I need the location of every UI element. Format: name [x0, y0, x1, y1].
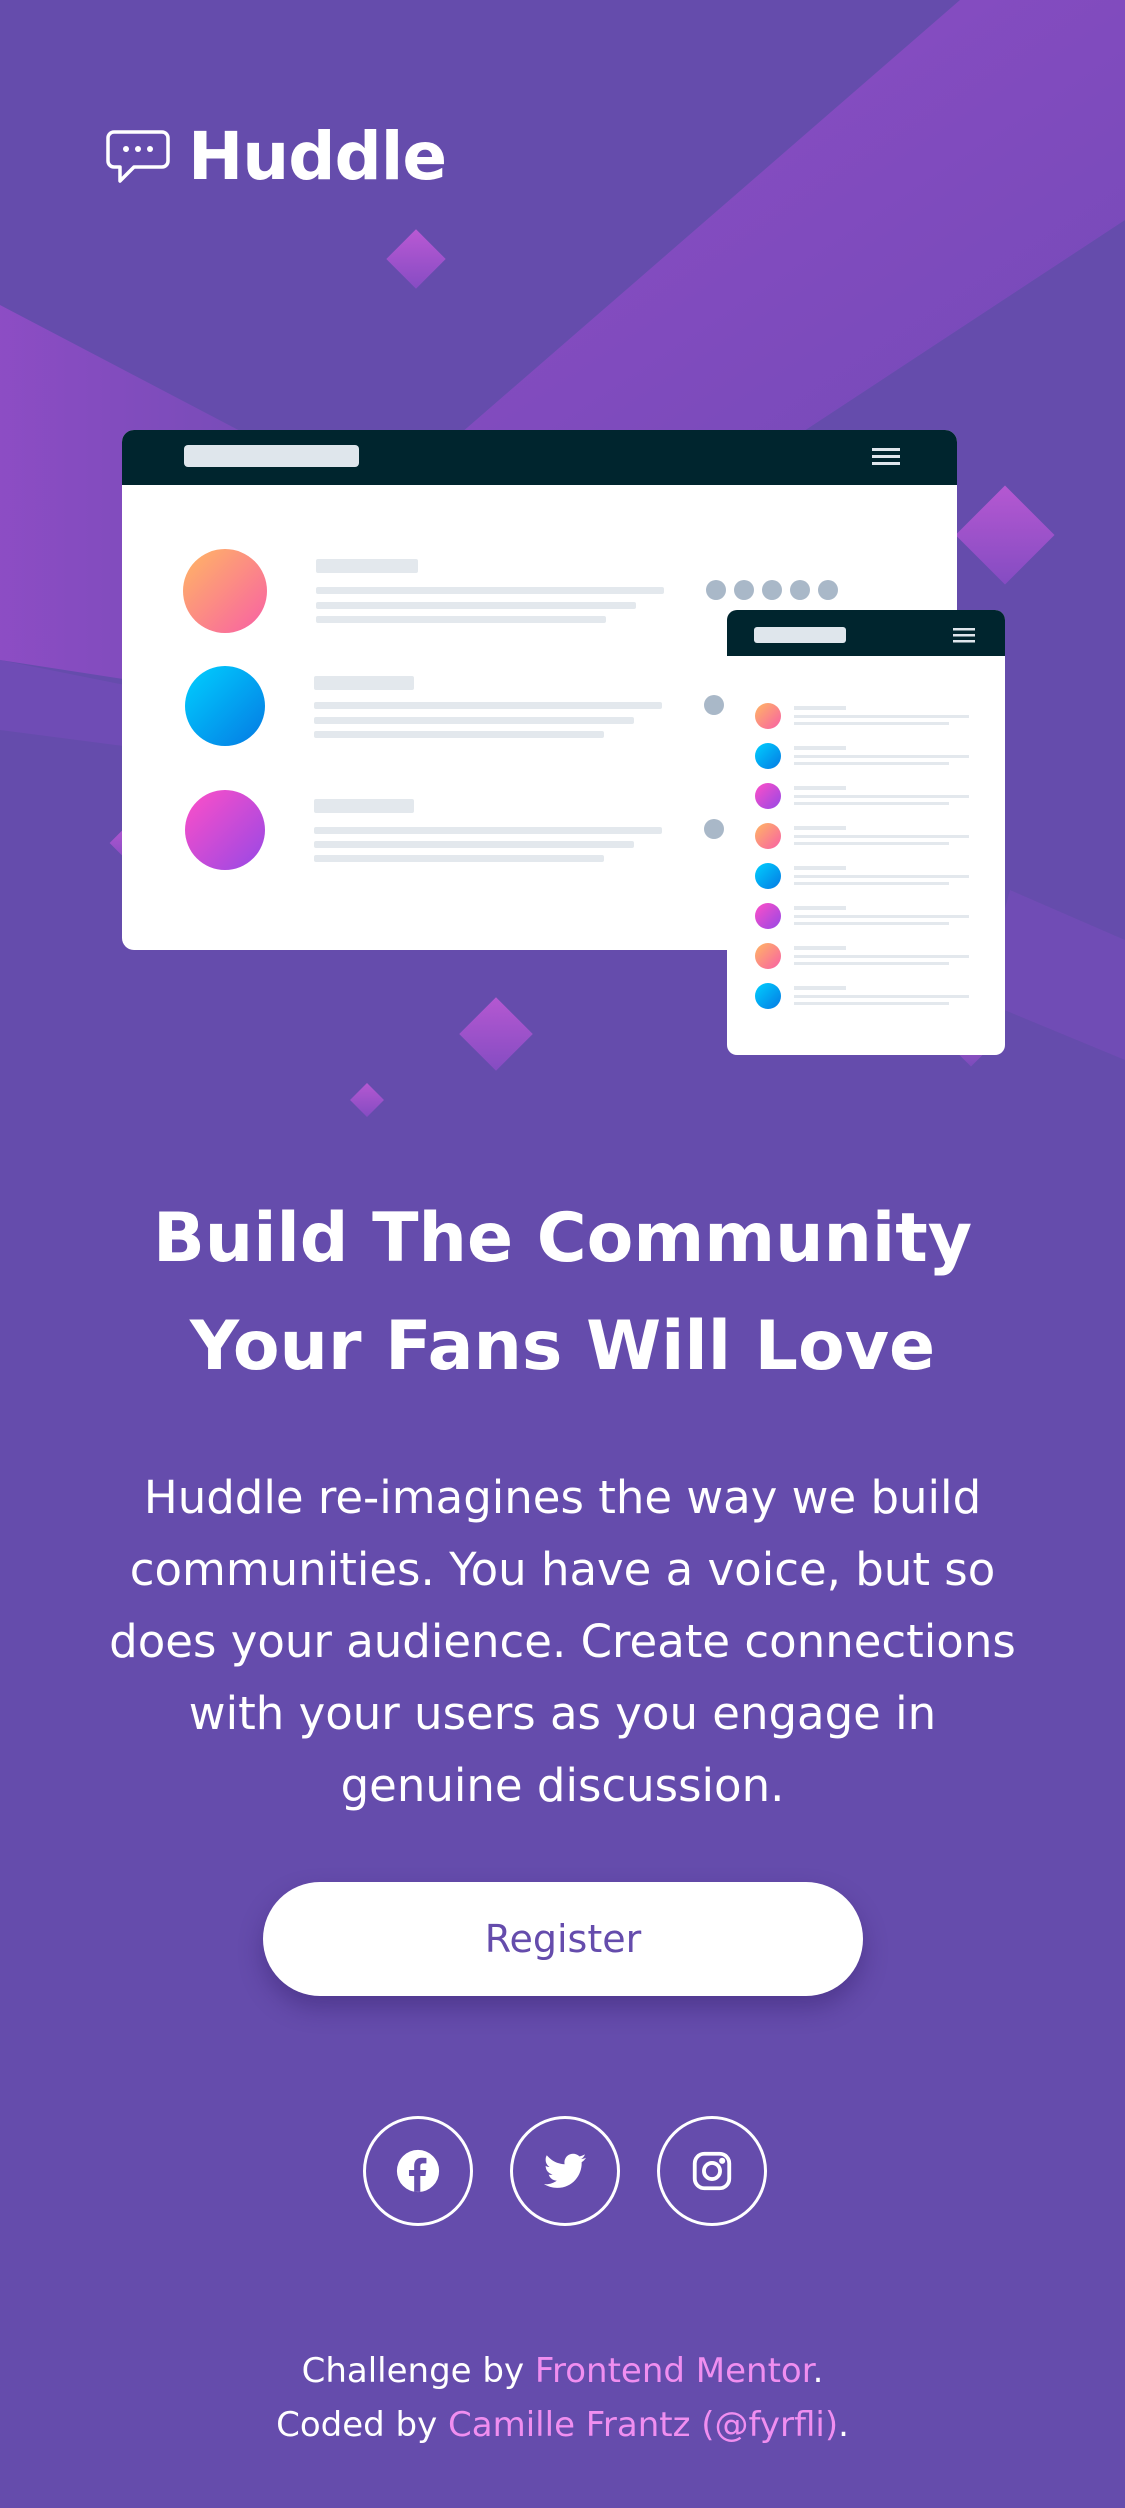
- attribution-coded: Coded by Camille Frantz (@fyrfli).: [0, 2398, 1125, 2452]
- challenge-suffix: .: [812, 2351, 824, 2391]
- hero-description: Huddle re-imagines the way we build comm…: [109, 1471, 1016, 1812]
- instagram-link[interactable]: [657, 2116, 767, 2226]
- avatar: [185, 790, 265, 870]
- author-link[interactable]: Camille Frantz (@fyrfli): [448, 2405, 838, 2445]
- facebook-link[interactable]: [363, 2116, 473, 2226]
- attribution-challenge: Challenge by Frontend Mentor.: [0, 2344, 1125, 2398]
- twitter-link[interactable]: [510, 2116, 620, 2226]
- attribution: Challenge by Frontend Mentor. Coded by C…: [0, 2344, 1125, 2452]
- avatar: [185, 666, 265, 746]
- instagram-icon: [692, 2151, 732, 2191]
- mobile-window-mockup: [727, 610, 1005, 1055]
- hero-title-line1: Build The Community: [152, 1199, 973, 1278]
- hero-title: Build The Community Your Fans Will Love: [60, 1185, 1065, 1401]
- challenge-prefix: Challenge by: [301, 2351, 525, 2391]
- hero-illustration: [0, 0, 1125, 1100]
- facebook-icon: [396, 2149, 440, 2193]
- register-button[interactable]: Register: [263, 1882, 863, 1996]
- coded-suffix: .: [838, 2405, 849, 2445]
- twitter-icon: [543, 2153, 587, 2188]
- frontend-mentor-link[interactable]: Frontend Mentor: [535, 2351, 813, 2391]
- social-links: [0, 2116, 1125, 2226]
- coded-prefix: Coded by: [276, 2405, 438, 2445]
- hero-title-line2: Your Fans Will Love: [189, 1307, 936, 1386]
- avatar: [183, 549, 267, 633]
